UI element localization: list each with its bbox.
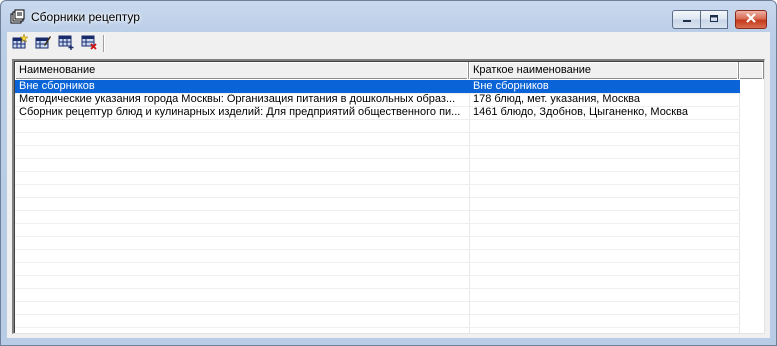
minimize-icon xyxy=(682,14,692,26)
add-record-icon xyxy=(12,33,29,53)
maximize-button[interactable] xyxy=(701,10,728,29)
books-icon xyxy=(9,9,25,25)
add-row-button[interactable] xyxy=(57,35,75,52)
row-gridline xyxy=(15,145,740,146)
add-record-button[interactable] xyxy=(11,33,29,53)
delete-row-button[interactable] xyxy=(80,35,98,52)
maximize-icon xyxy=(709,14,719,26)
edit-record-button[interactable] xyxy=(34,35,52,52)
row-gridline xyxy=(15,327,740,328)
row-gridline xyxy=(15,171,740,172)
cell-name: Методические указания города Москвы: Орг… xyxy=(19,93,456,105)
add-row-icon xyxy=(58,34,74,53)
row-gridline xyxy=(15,262,740,263)
delete-row-icon xyxy=(81,34,97,53)
row-gridline xyxy=(15,275,740,276)
column-header-short-name[interactable]: Краткое наименование xyxy=(469,62,739,79)
cell-name: Сборник рецептур блюд и кулинарных издел… xyxy=(19,106,461,118)
cell-short-name: Вне сборников xyxy=(473,80,549,92)
minimize-button[interactable] xyxy=(672,10,701,29)
list-row[interactable]: Сборник рецептур блюд и кулинарных издел… xyxy=(15,106,740,119)
row-gridline xyxy=(15,301,740,302)
toolbar xyxy=(7,32,770,54)
row-gridline xyxy=(15,184,740,185)
client-area: Наименование Краткое наименование Вне сб… xyxy=(7,54,770,338)
row-gridline xyxy=(15,223,740,224)
cell-name: Вне сборников xyxy=(19,80,95,92)
column-header-filler xyxy=(739,62,764,79)
row-gridline xyxy=(15,236,740,237)
app-window: Сборники рецептур Наименование Краткое н… xyxy=(0,0,777,346)
edit-record-icon xyxy=(35,34,51,53)
row-gridline xyxy=(15,314,740,315)
close-icon xyxy=(745,13,757,26)
list-row[interactable]: Методические указания города Москвы: Орг… xyxy=(15,93,740,106)
row-gridline xyxy=(15,197,740,198)
row-gridline xyxy=(15,119,740,120)
window-title: Сборники рецептур xyxy=(31,10,140,24)
row-gridline xyxy=(15,132,740,133)
row-gridline xyxy=(15,210,740,211)
row-gridline xyxy=(15,158,740,159)
row-gridline xyxy=(15,288,740,289)
cell-short-name: 178 блюд, мет. указания, Москва xyxy=(473,93,640,105)
collections-list[interactable]: Наименование Краткое наименование Вне сб… xyxy=(12,59,765,334)
close-button[interactable] xyxy=(735,10,767,29)
list-row[interactable]: Вне сборников Вне сборников xyxy=(15,80,740,93)
column-header-name[interactable]: Наименование xyxy=(15,62,469,79)
toolbar-separator xyxy=(103,35,105,52)
title-bar[interactable]: Сборники рецептур xyxy=(1,1,776,31)
list-header: Наименование Краткое наименование xyxy=(15,62,764,79)
row-gridline xyxy=(15,249,740,250)
cell-short-name: 1461 блюдо, Здобнов, Цыганенко, Москва xyxy=(473,106,688,118)
